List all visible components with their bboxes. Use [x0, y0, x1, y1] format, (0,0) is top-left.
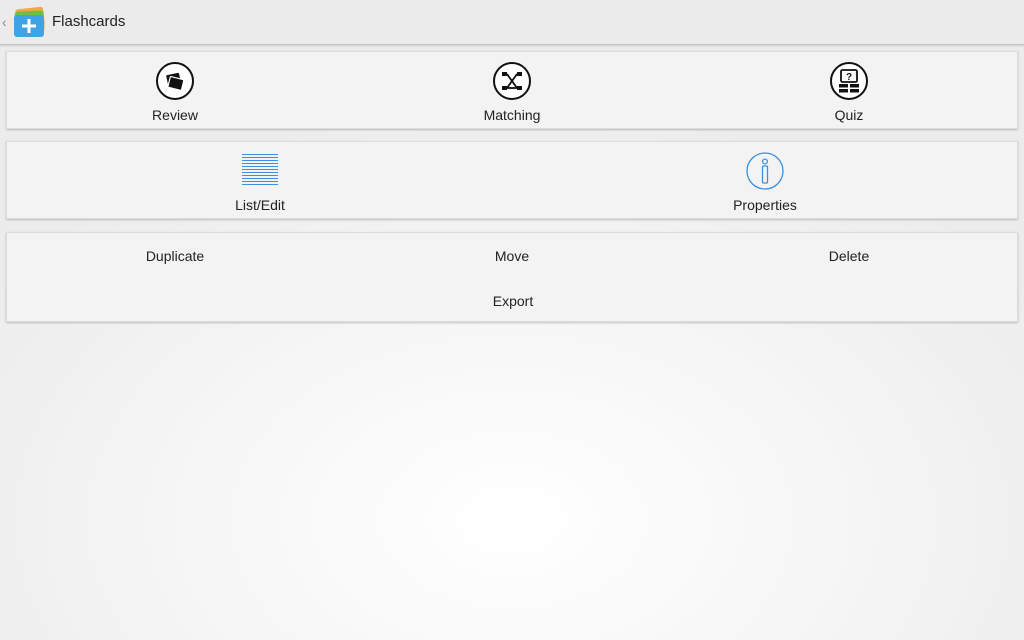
list-edit-button[interactable]: List/Edit: [210, 142, 310, 218]
review-button[interactable]: Review: [125, 52, 225, 128]
matching-button[interactable]: Matching: [462, 52, 562, 128]
list-lines-icon: [242, 154, 278, 185]
delete-button[interactable]: Delete: [829, 248, 869, 264]
flashcards-app-icon[interactable]: [12, 6, 48, 38]
study-modes-card: Review Matching ? Quiz: [6, 51, 1018, 129]
deck-tools-card: List/Edit Properties: [6, 141, 1018, 219]
app-title: Flashcards: [52, 13, 126, 30]
quiz-button[interactable]: ? Quiz: [799, 52, 899, 128]
action-bar: ‹ Flashcards: [0, 0, 1024, 45]
move-button[interactable]: Move: [495, 248, 529, 264]
matching-label: Matching: [483, 107, 541, 123]
list-edit-label: List/Edit: [235, 197, 285, 213]
up-navigation-caret-icon[interactable]: ‹: [2, 13, 12, 31]
review-label: Review: [152, 107, 198, 123]
properties-label: Properties: [733, 197, 797, 213]
export-button[interactable]: Export: [493, 293, 533, 309]
svg-text:?: ?: [846, 72, 852, 83]
info-icon: [746, 152, 784, 190]
quiz-label: Quiz: [834, 107, 864, 123]
quiz-icon: ?: [830, 62, 868, 100]
properties-button[interactable]: Properties: [715, 142, 815, 218]
matching-icon: [493, 62, 531, 100]
cards-icon: [156, 62, 194, 100]
duplicate-button[interactable]: Duplicate: [146, 248, 204, 264]
deck-actions-card: Duplicate Move Delete Export: [6, 232, 1018, 322]
